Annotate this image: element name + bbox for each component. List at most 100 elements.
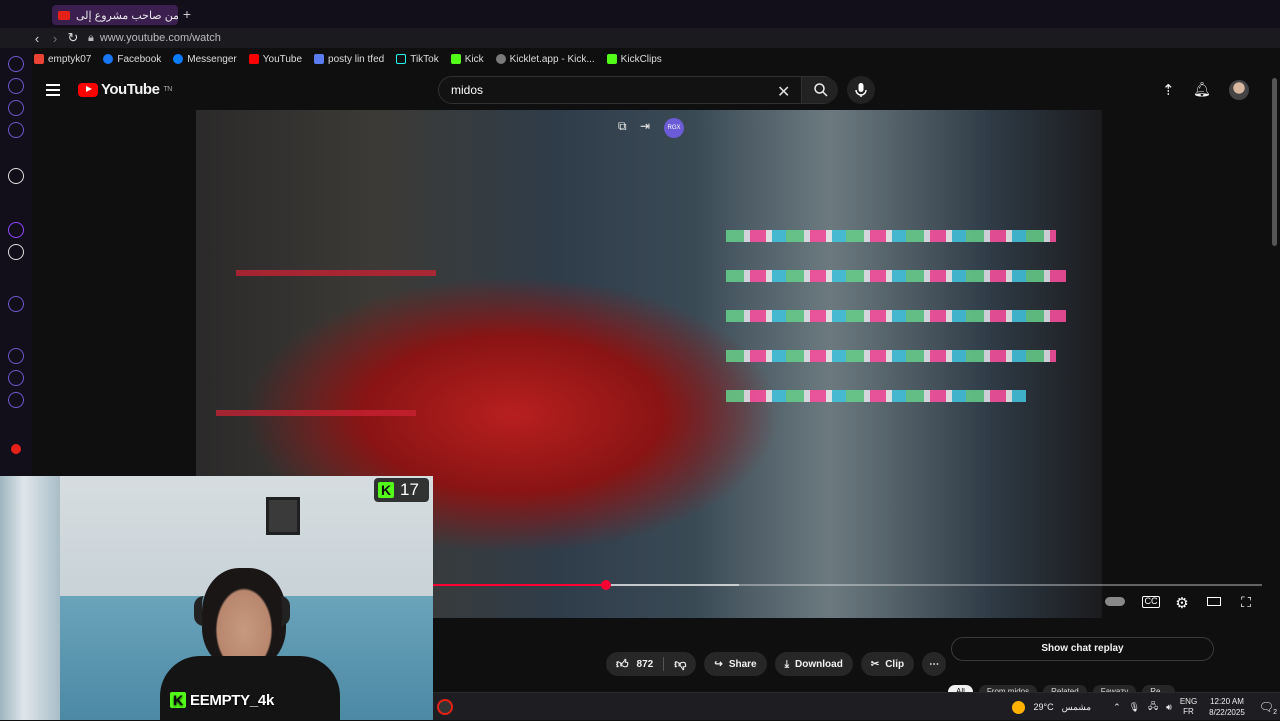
video-frame-detail bbox=[726, 230, 1056, 242]
player-icon[interactable] bbox=[8, 296, 24, 312]
gmail-icon bbox=[34, 54, 44, 64]
more-actions-button[interactable]: ⋯ bbox=[922, 652, 947, 676]
like-dislike-group: 👍︎ 872 👎︎ bbox=[606, 652, 697, 676]
search-icon bbox=[814, 83, 828, 97]
address-bar: ‹ › ↻ 🔒︎ www.youtube.com/watch bbox=[28, 28, 1280, 48]
dislike-button[interactable]: 👎︎ bbox=[674, 657, 686, 672]
youtube-favicon-icon bbox=[58, 10, 70, 20]
page-scrollbar[interactable] bbox=[1270, 72, 1280, 692]
system-tray: 29°C مشمس ⌃ 🎙︎ 🖧︎ 🔊︎ ENG FR 12:20 AM 8/2… bbox=[1012, 693, 1277, 721]
scrollbar-thumb[interactable] bbox=[1272, 78, 1277, 246]
sun-icon bbox=[1012, 700, 1026, 714]
taskbar-app-icon[interactable] bbox=[437, 699, 453, 715]
menu-icon[interactable] bbox=[46, 84, 60, 96]
more-icon: ⋯ bbox=[929, 658, 940, 670]
weather-condition: مشمس bbox=[1061, 701, 1092, 712]
forward-arrow-icon[interactable]: › bbox=[46, 31, 64, 46]
notifications-bell-icon[interactable]: 🔔︎ bbox=[1193, 81, 1211, 98]
bookmark-item[interactable]: Facebook bbox=[103, 54, 161, 65]
share-arrow-icon[interactable]: ⇥ bbox=[640, 119, 650, 133]
sidebar-app-icon[interactable] bbox=[8, 122, 24, 138]
download-icon: ⤓ bbox=[784, 658, 790, 670]
video-frame-detail bbox=[726, 350, 1056, 362]
kick-viewer-count: K 17 bbox=[374, 478, 429, 502]
channel-watermark[interactable]: RGX bbox=[664, 118, 684, 138]
sidebar-app-icon[interactable] bbox=[8, 56, 24, 72]
browser-tab[interactable]: تحدي من صاحب مشروع إلى... bbox=[52, 5, 178, 25]
autoplay-toggle-icon[interactable] bbox=[1104, 594, 1126, 610]
bookmarks-bar: emptyk07 Facebook Messenger YouTube post… bbox=[28, 50, 1280, 68]
youtube-header: YouTube TN ✕ ⇡ 🔔︎ bbox=[32, 72, 1270, 110]
like-button[interactable]: 👍︎ 872 bbox=[616, 657, 653, 672]
bookmark-item[interactable]: posty lin tfed bbox=[314, 54, 384, 65]
fullscreen-icon[interactable]: ⛶ bbox=[1237, 594, 1255, 610]
upload-icon[interactable]: ⇡ bbox=[1162, 81, 1175, 99]
youtube-icon bbox=[248, 54, 259, 64]
video-actions: 👍︎ 872 👎︎ ↪ Share ⤓ Download ✂ Clip ⋯ bbox=[606, 652, 947, 676]
history-icon[interactable] bbox=[8, 348, 24, 364]
facebook-icon bbox=[103, 54, 114, 64]
headphones bbox=[194, 596, 290, 626]
download-button[interactable]: ⤓ Download bbox=[774, 652, 853, 676]
bookmark-item[interactable]: YouTube bbox=[248, 54, 302, 65]
bookmark-item[interactable]: TikTok bbox=[396, 54, 439, 65]
settings-icon[interactable] bbox=[8, 392, 24, 408]
youtube-logo[interactable]: YouTube TN bbox=[78, 81, 172, 98]
scissors-icon: ✂ bbox=[870, 658, 880, 670]
settings-gear-icon[interactable]: ⚙ bbox=[1173, 594, 1191, 612]
streamer-body bbox=[160, 656, 340, 720]
sidebar-app-icon[interactable] bbox=[8, 100, 24, 116]
search-button[interactable] bbox=[801, 77, 838, 103]
language-indicator[interactable]: ENG FR bbox=[1180, 697, 1197, 717]
kick-logo-icon: K bbox=[170, 692, 186, 708]
captions-icon[interactable]: CC bbox=[1142, 596, 1160, 608]
x-icon[interactable] bbox=[8, 244, 24, 260]
url-field[interactable]: www.youtube.com/watch bbox=[100, 32, 221, 44]
clip-button[interactable]: ✂ Clip bbox=[860, 652, 915, 676]
video-frame-detail bbox=[726, 270, 1066, 282]
clock[interactable]: 12:20 AM 8/22/2025 bbox=[1209, 696, 1245, 718]
microphone-tray-icon[interactable]: 🎙︎ bbox=[1129, 702, 1140, 713]
video-frame-detail bbox=[726, 390, 1026, 402]
miniplayer-icon[interactable]: ⧉ bbox=[618, 119, 627, 134]
sidebar-app-icon[interactable] bbox=[8, 78, 24, 94]
progress-played bbox=[432, 584, 607, 586]
thumbs-down-icon: 👎︎ bbox=[674, 656, 687, 671]
browser-chrome: تحدي من صاحب مشروع إلى... + ‹ › ↻ 🔒︎ www… bbox=[0, 0, 1280, 48]
bookmark-item[interactable]: Messenger bbox=[173, 54, 237, 65]
kick-logo-icon: K bbox=[378, 482, 394, 498]
bookmark-item[interactable]: Kick bbox=[450, 54, 484, 65]
bookmark-item[interactable]: Kicklet.app - Kick... bbox=[495, 54, 595, 65]
bookmark-item[interactable]: emptyk07 bbox=[34, 54, 91, 65]
video-frame-detail bbox=[216, 410, 416, 416]
new-tab-plus-icon[interactable]: + bbox=[180, 6, 194, 22]
chevron-up-icon[interactable]: ⌃ bbox=[1113, 702, 1121, 713]
volume-icon[interactable]: 🔊︎ bbox=[1166, 702, 1172, 713]
network-icon[interactable]: 🖧︎ bbox=[1148, 699, 1158, 715]
thumbs-up-icon: 👍︎ bbox=[616, 656, 629, 671]
share-button[interactable]: ↪ Share bbox=[704, 652, 767, 676]
show-chat-replay-button[interactable]: Show chat replay bbox=[951, 637, 1214, 661]
search-box: ✕ bbox=[438, 76, 838, 104]
share-icon: ↪ bbox=[714, 658, 723, 670]
bookmark-item[interactable]: KickClips bbox=[606, 54, 662, 65]
reload-icon[interactable]: ↻ bbox=[64, 30, 82, 46]
kicklet-icon bbox=[495, 54, 506, 64]
youtube-play-icon bbox=[78, 82, 98, 97]
microphone-icon bbox=[855, 83, 867, 97]
sidebar-app-icon[interactable] bbox=[8, 168, 24, 184]
avatar[interactable] bbox=[1229, 80, 1249, 100]
voice-search-button[interactable] bbox=[847, 76, 875, 104]
twitch-icon[interactable] bbox=[8, 222, 24, 238]
progress-bar[interactable] bbox=[432, 580, 1262, 590]
streamer-tag: K EEMPTY_4k bbox=[170, 690, 274, 710]
back-arrow-icon[interactable]: ‹ bbox=[28, 31, 46, 46]
extensions-icon[interactable] bbox=[8, 370, 24, 386]
search-input[interactable] bbox=[451, 83, 751, 97]
tiktok-icon bbox=[396, 54, 407, 64]
clear-search-icon[interactable]: ✕ bbox=[777, 82, 790, 102]
notification-center-icon[interactable]: 🗨︎ 2 bbox=[1259, 700, 1277, 716]
kickclips-icon bbox=[606, 54, 617, 64]
theater-mode-icon[interactable] bbox=[1205, 594, 1223, 610]
red-dot-icon[interactable] bbox=[11, 444, 21, 454]
